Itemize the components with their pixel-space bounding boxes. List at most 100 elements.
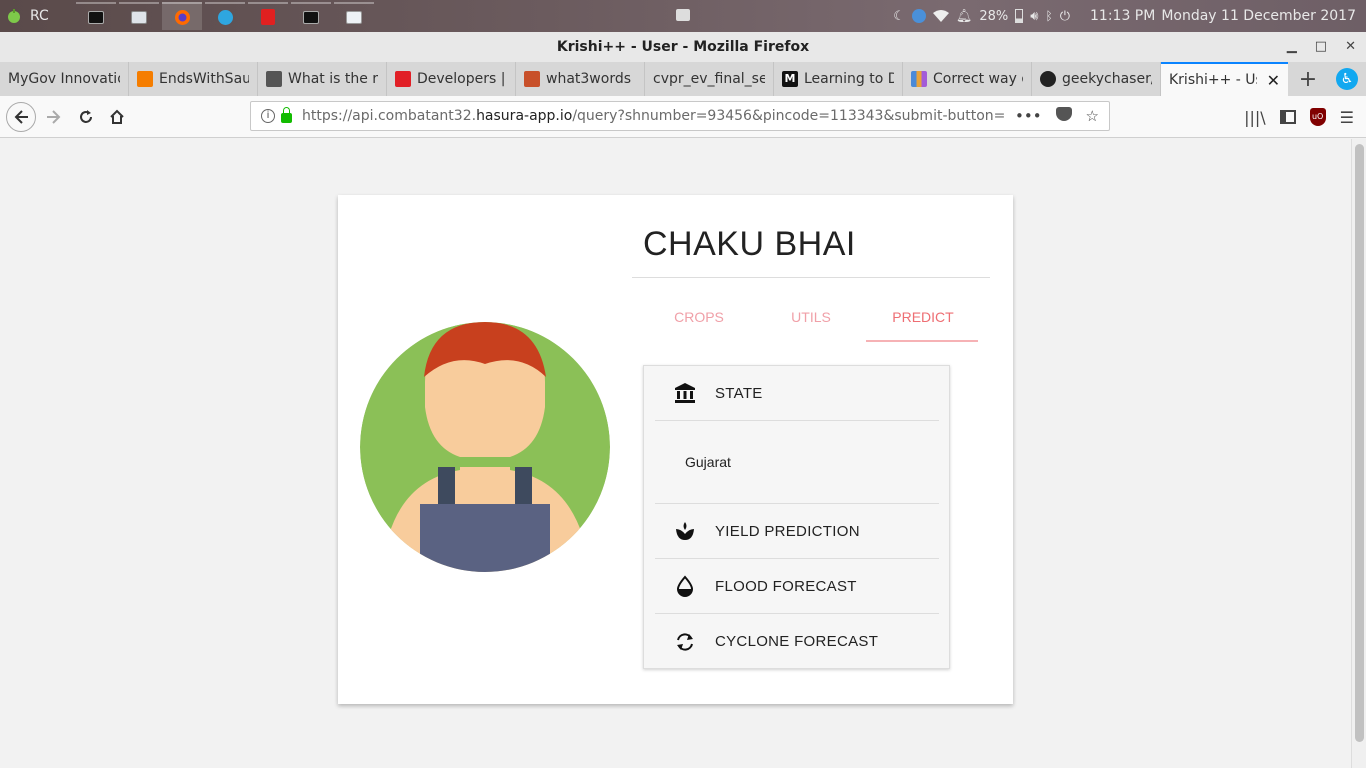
tab-title: Learning to D bbox=[804, 71, 894, 87]
w3w-icon bbox=[524, 71, 540, 87]
taskbar-firefox[interactable] bbox=[162, 2, 202, 30]
cyclone-forecast-label: CYCLONE FORECAST bbox=[715, 633, 879, 650]
url-bar[interactable]: i https://api.combatant32.hasura-app.io/… bbox=[250, 101, 1110, 131]
browser-tab[interactable]: EndsWithSau bbox=[129, 62, 258, 96]
user-name: CHAKU BHAI bbox=[643, 225, 856, 263]
close-tab-icon[interactable]: ✕ bbox=[1267, 71, 1280, 90]
predict-collapsible: STATE Gujarat YIELD PREDICTION FLOOD FOR… bbox=[643, 365, 950, 669]
lock-icon[interactable] bbox=[281, 107, 292, 123]
back-button[interactable] bbox=[6, 102, 36, 132]
battery-percent: 28% bbox=[979, 8, 1009, 24]
reload-button[interactable] bbox=[72, 103, 100, 131]
browser-tab[interactable]: what3words | bbox=[516, 62, 645, 96]
clock[interactable]: 11:13 PM bbox=[1090, 8, 1155, 24]
home-button[interactable] bbox=[103, 103, 131, 131]
taskbar-filemanager[interactable] bbox=[334, 2, 374, 30]
volume-icon[interactable]: 🔊︎ bbox=[1030, 9, 1038, 24]
page-actions-icon[interactable]: ••• bbox=[1015, 107, 1042, 125]
url-text[interactable]: https://api.combatant32.hasura-app.io/qu… bbox=[302, 108, 1005, 124]
browser-tab-active[interactable]: Krishi++ - Use ✕ bbox=[1161, 62, 1288, 96]
bluetooth-icon[interactable]: ᛒ bbox=[1046, 9, 1053, 23]
cyclone-forecast-item[interactable]: CYCLONE FORECAST bbox=[655, 614, 939, 669]
tab-title: geekychaser/ bbox=[1062, 71, 1152, 87]
workspace-icon[interactable] bbox=[676, 9, 690, 21]
tab-predict[interactable]: PREDICT bbox=[867, 307, 979, 341]
page-scrollbar[interactable] bbox=[1351, 139, 1366, 768]
scrollbar-thumb[interactable] bbox=[1355, 144, 1364, 742]
tab-title: Krishi++ - Use bbox=[1169, 72, 1257, 88]
flood-forecast-item[interactable]: FLOOD FORECAST bbox=[655, 559, 939, 614]
state-value: Gujarat bbox=[685, 454, 731, 470]
close-window-icon[interactable]: ✕ bbox=[1345, 32, 1356, 62]
os-top-bar: RC ☾ 🔔︎ 28% 🔊︎ ᛒ ⏻ 11:13 PM Monday 11 De… bbox=[0, 0, 1366, 32]
chart-icon bbox=[911, 71, 927, 87]
taskbar-terminal-1[interactable] bbox=[76, 2, 116, 30]
minimize-icon[interactable]: ▁ bbox=[1287, 32, 1297, 62]
browser-tab[interactable]: Developers | bbox=[387, 62, 516, 96]
battery-icon[interactable] bbox=[1015, 9, 1024, 23]
taskbar-files[interactable] bbox=[119, 2, 159, 30]
browser-tab[interactable]: cvpr_ev_final_se bbox=[645, 62, 774, 96]
notification-bell-icon[interactable]: 🔔︎ bbox=[956, 9, 973, 24]
tab-title: cvpr_ev_final_se bbox=[653, 71, 765, 87]
tab-crops[interactable]: CROPS bbox=[643, 307, 755, 341]
back-arrow-icon bbox=[14, 110, 28, 124]
cube-icon bbox=[266, 71, 282, 87]
water-drop-icon bbox=[676, 575, 694, 597]
bookmark-star-icon[interactable]: ☆ bbox=[1086, 107, 1099, 125]
pocket-icon[interactable] bbox=[1055, 107, 1072, 121]
pdf-icon bbox=[261, 9, 275, 25]
state-header-label: STATE bbox=[715, 384, 763, 402]
reload-icon bbox=[80, 110, 92, 123]
launcher[interactable]: RC bbox=[0, 8, 80, 24]
blogger-icon bbox=[137, 71, 153, 87]
forward-button[interactable] bbox=[40, 103, 68, 131]
yield-prediction-label: YIELD PREDICTION bbox=[715, 522, 860, 540]
network-globe-icon[interactable] bbox=[911, 9, 926, 23]
window-titlebar: Krishi++ - User - Mozilla Firefox ▁ □ ✕ bbox=[0, 32, 1366, 62]
url-suffix: /query?shnumber=93456&pincode=113343&sub… bbox=[572, 108, 1006, 124]
profile-tabs: CROPS UTILS PREDICT bbox=[643, 307, 983, 341]
terminal-icon bbox=[88, 10, 104, 24]
ublock-icon[interactable]: uO bbox=[1309, 108, 1326, 126]
library-icon[interactable]: |||\ bbox=[1244, 108, 1266, 127]
taskbar-telegram[interactable] bbox=[205, 2, 245, 30]
sidebar-icon[interactable] bbox=[1279, 110, 1296, 124]
info-icon[interactable]: i bbox=[261, 109, 275, 123]
taskbar-pdf[interactable] bbox=[248, 2, 288, 30]
wifi-icon[interactable] bbox=[932, 10, 949, 22]
taskbar-terminal-2[interactable] bbox=[291, 2, 331, 30]
tab-utils[interactable]: UTILS bbox=[755, 307, 867, 341]
night-mode-icon[interactable]: ☾ bbox=[893, 9, 905, 24]
browser-tab[interactable]: MyGov Innovation bbox=[0, 62, 129, 96]
active-tab-indicator bbox=[866, 340, 978, 342]
yield-prediction-item[interactable]: YIELD PREDICTION bbox=[655, 504, 939, 559]
app-launcher-icon bbox=[8, 9, 20, 23]
firefox-icon bbox=[174, 9, 190, 25]
menu-icon[interactable]: ☰ bbox=[1340, 108, 1354, 127]
window-title: Krishi++ - User - Mozilla Firefox bbox=[556, 39, 810, 55]
tab-title: EndsWithSau bbox=[159, 71, 249, 87]
telegram-icon bbox=[217, 9, 233, 25]
accessibility-icon[interactable]: ♿ bbox=[1336, 68, 1358, 90]
w3w-icon bbox=[395, 71, 411, 87]
state-header[interactable]: STATE bbox=[655, 366, 939, 421]
cyclone-icon bbox=[677, 632, 693, 651]
page-viewport: CHAKU BHAI CROPS UTILS PREDICT STATE Guj… bbox=[0, 139, 1351, 768]
tab-title: Correct way o bbox=[933, 71, 1023, 87]
browser-tab[interactable]: Correct way o bbox=[903, 62, 1032, 96]
launcher-label: RC bbox=[30, 8, 49, 24]
browser-tab[interactable]: What is the ri bbox=[258, 62, 387, 96]
new-tab-button[interactable]: + bbox=[1288, 62, 1328, 96]
navigation-toolbar: i https://api.combatant32.hasura-app.io/… bbox=[0, 96, 1366, 138]
browser-tab[interactable]: geekychaser/ bbox=[1032, 62, 1161, 96]
browser-tab[interactable]: M Learning to D bbox=[774, 62, 903, 96]
power-icon[interactable]: ⏻ bbox=[1060, 9, 1070, 24]
github-icon bbox=[1040, 71, 1056, 87]
tab-title: what3words | bbox=[546, 71, 636, 87]
tab-title: What is the ri bbox=[288, 71, 378, 87]
forward-arrow-icon bbox=[47, 110, 61, 124]
medium-icon: M bbox=[782, 71, 798, 87]
maximize-icon[interactable]: □ bbox=[1315, 32, 1327, 62]
date[interactable]: Monday 11 December 2017 bbox=[1161, 8, 1356, 24]
